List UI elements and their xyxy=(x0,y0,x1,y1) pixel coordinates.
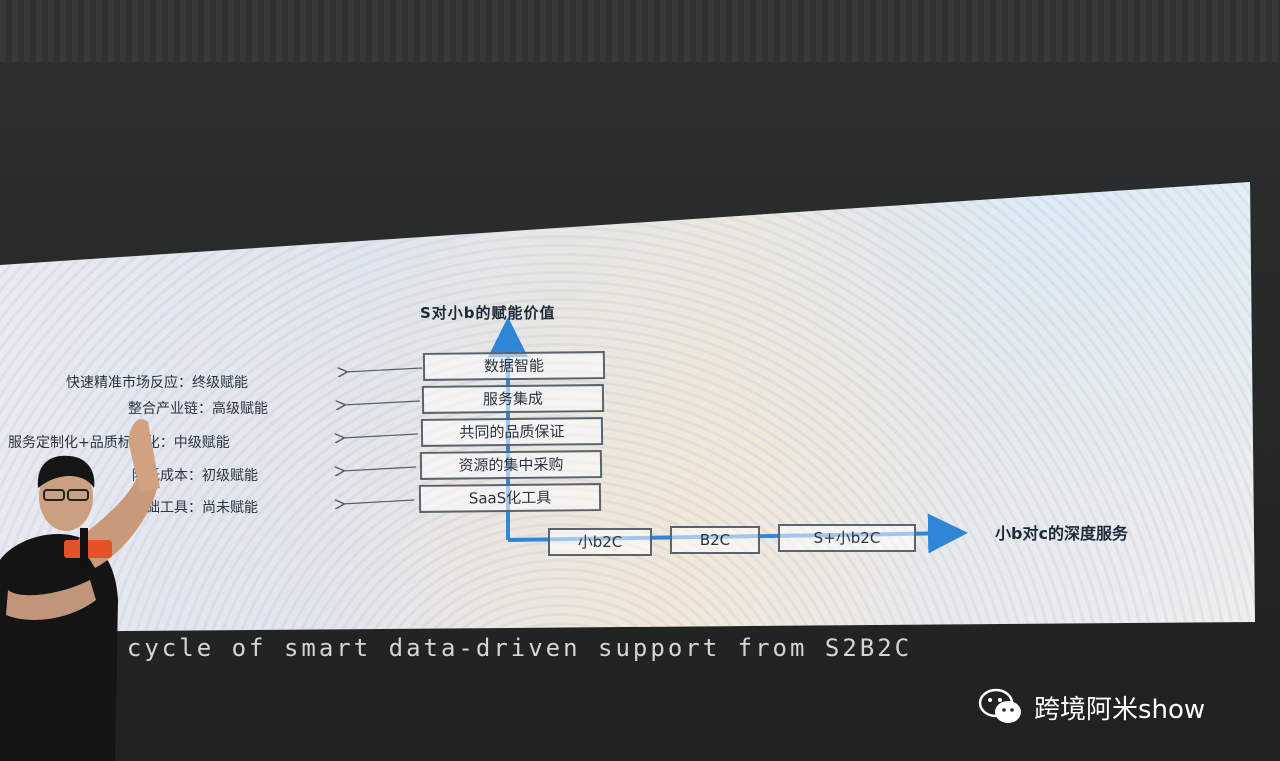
bottom-box-1: 小b2C xyxy=(548,528,652,556)
connector-3 xyxy=(342,434,419,438)
level-box-2: 服务集成 xyxy=(421,384,605,414)
connector-4 xyxy=(342,467,417,471)
level-box-1: 数据智能 xyxy=(422,351,606,381)
bottom-box-3: S+小b2C xyxy=(778,524,916,552)
speaker-figure xyxy=(0,419,160,761)
level-box-5: SaaS化工具 xyxy=(418,483,602,513)
connector-5 xyxy=(342,500,415,504)
right-axis-label: 小b对c的深度服务 xyxy=(995,524,1128,543)
watermark-text: 跨境阿米show xyxy=(1034,694,1206,725)
watermark: 跨境阿米show xyxy=(978,688,1205,726)
wechat-icon xyxy=(978,688,1021,723)
connector-2 xyxy=(343,401,421,405)
bottom-box-2: B2C xyxy=(670,526,760,554)
slide-title: S对小b的赋能价值 xyxy=(420,304,556,322)
level-box-4: 资源的集中采购 xyxy=(419,450,603,480)
connector-1 xyxy=(345,368,423,372)
level-box-3: 共同的品质保证 xyxy=(420,417,604,447)
